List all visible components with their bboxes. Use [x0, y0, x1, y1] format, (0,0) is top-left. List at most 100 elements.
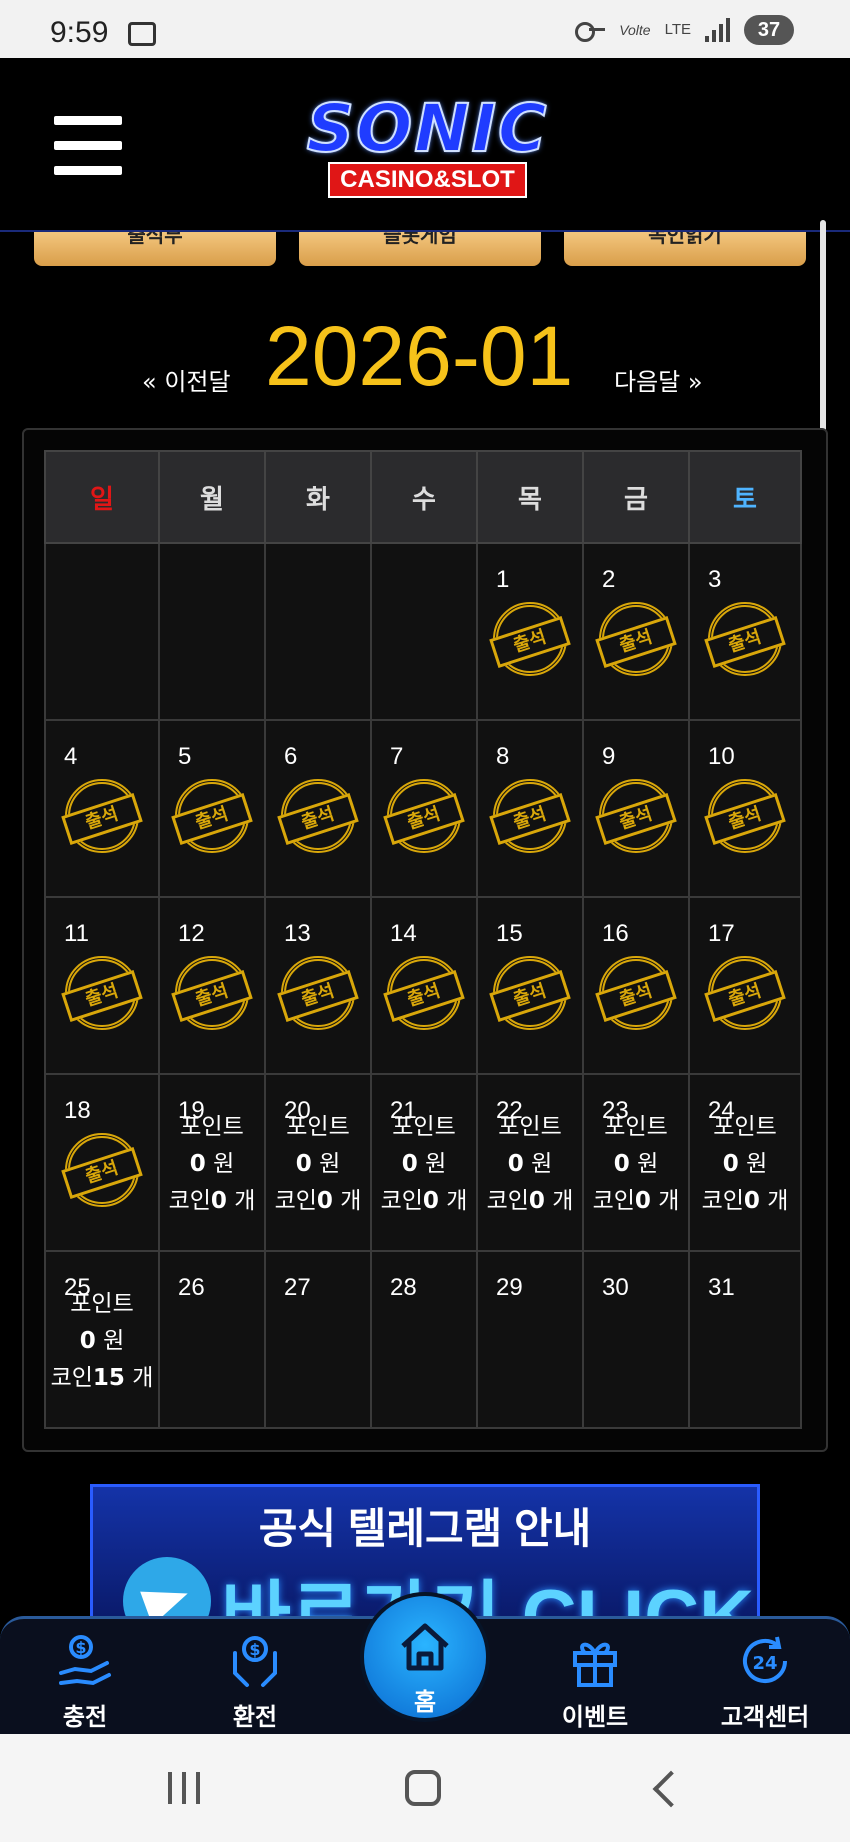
tab-slot-games[interactable]: 슬롯게임 — [299, 232, 541, 266]
attendance-stamp-icon: 출석 — [383, 779, 465, 853]
coin-line: 코인0 개 — [701, 1188, 789, 1214]
day-number: 1 — [496, 566, 510, 593]
day-cell-31[interactable]: 31 — [688, 1250, 802, 1429]
nav-exchange[interactable]: $ 환전 — [190, 1619, 320, 1737]
day-cell-18[interactable]: 18 출석 — [44, 1073, 160, 1252]
day-cell-12[interactable]: 12 출석 — [158, 896, 266, 1075]
prev-month-link[interactable]: « 이전달 — [142, 362, 231, 397]
coin-line: 코인0 개 — [486, 1188, 574, 1214]
point-value-line: 0 원 — [79, 1328, 125, 1354]
day-cell-17[interactable]: 17 출석 — [688, 896, 802, 1075]
week-row-2: 4 출석 5 출석 6 출석 7 출석 8 출석 9 출석 10 출석 — [44, 719, 802, 898]
nav-charge-label: 충전 — [62, 1703, 108, 1731]
day-number: 11 — [64, 920, 89, 947]
point-label: 포인트 — [713, 1114, 777, 1140]
day-cell-27[interactable]: 27 — [264, 1250, 372, 1429]
menu-icon[interactable] — [54, 116, 122, 176]
day-points-summary: 포인트 0 원 코인0 개 — [690, 1109, 800, 1220]
day-cell-29[interactable]: 29 — [476, 1250, 584, 1429]
day-cell-4[interactable]: 4 출석 — [44, 719, 160, 898]
day-cell-22[interactable]: 22 포인트 0 원 코인0 개 — [476, 1073, 584, 1252]
nav-exchange-label: 환전 — [232, 1703, 278, 1731]
day-cell-9[interactable]: 9 출석 — [582, 719, 690, 898]
day-cell-8[interactable]: 8 출석 — [476, 719, 584, 898]
status-icons: Volte LTE 37 — [575, 14, 794, 46]
recent-apps-icon[interactable] — [168, 1772, 204, 1804]
day-cell-3[interactable]: 3 출석 — [688, 542, 802, 721]
attendance-stamp-icon: 출석 — [61, 779, 143, 853]
coin-line: 코인0 개 — [592, 1188, 680, 1214]
attendance-stamp-icon: 출석 — [704, 779, 786, 853]
tab-attendance[interactable]: 출석부 — [34, 232, 276, 266]
weekday-sun: 일 — [44, 450, 160, 544]
nav-charge[interactable]: $ 충전 — [20, 1619, 150, 1737]
day-cell-16[interactable]: 16 출석 — [582, 896, 690, 1075]
telegram-icon — [123, 1557, 211, 1621]
tab-third[interactable]: 녹인읽기 — [564, 232, 806, 266]
status-bar: 9:59 Volte LTE 37 — [0, 0, 850, 58]
nav-event-label: 이벤트 — [561, 1703, 629, 1731]
attendance-stamp-icon: 출석 — [171, 956, 253, 1030]
attendance-stamp-icon: 출석 — [277, 956, 359, 1030]
day-cell-15[interactable]: 15 출석 — [476, 896, 584, 1075]
day-number: 16 — [602, 920, 629, 947]
day-cell-10[interactable]: 10 출석 — [688, 719, 802, 898]
point-value-line: 0 원 — [507, 1151, 553, 1177]
day-cell-28[interactable]: 28 — [370, 1250, 478, 1429]
day-cell-11[interactable]: 11 출석 — [44, 896, 160, 1075]
point-value-line: 0 원 — [613, 1151, 659, 1177]
day-cell-2[interactable]: 2 출석 — [582, 542, 690, 721]
weekday-sat: 토 — [688, 450, 802, 544]
stamp-label: 출석 — [171, 792, 253, 846]
day-number: 10 — [708, 743, 735, 770]
stamp-label: 출석 — [171, 969, 253, 1023]
day-points-summary: 포인트 0 원 코인0 개 — [584, 1109, 688, 1220]
site-logo[interactable]: SONIC CASINO&SLOT — [285, 90, 570, 204]
day-cell-1[interactable]: 1 출석 — [476, 542, 584, 721]
day-points-summary: 포인트 0 원 코인0 개 — [478, 1109, 582, 1220]
next-month-link[interactable]: 다음달 » — [614, 362, 703, 397]
day-number: 30 — [602, 1274, 629, 1301]
day-cell-24[interactable]: 24 포인트 0 원 코인0 개 — [688, 1073, 802, 1252]
banner-cta: 바로가기 CLICK — [221, 1575, 754, 1624]
stamp-label: 출석 — [277, 792, 359, 846]
day-cell-21[interactable]: 21 포인트 0 원 코인0 개 — [370, 1073, 478, 1252]
week-row-5: 25 포인트 0 원 코인15 개 26 27 28 29 30 31 — [44, 1250, 802, 1429]
stamp-label: 출석 — [704, 615, 786, 669]
day-cell-19[interactable]: 19 포인트 0 원 코인0 개 — [158, 1073, 266, 1252]
stamp-label: 출석 — [61, 792, 143, 846]
nav-event[interactable]: 이벤트 — [530, 1619, 660, 1737]
charge-icon: $ — [59, 1635, 111, 1686]
day-number: 4 — [64, 743, 78, 770]
stamp-label: 출석 — [489, 792, 571, 846]
week-row-4: 18 출석 19 포인트 0 원 코인0 개 20 포인트 0 원 코인0 개 2… — [44, 1073, 802, 1252]
day-cell-20[interactable]: 20 포인트 0 원 코인0 개 — [264, 1073, 372, 1252]
day-number: 12 — [178, 920, 205, 947]
day-cell-26[interactable]: 26 — [158, 1250, 266, 1429]
nav-home-button[interactable]: 홈 — [360, 1592, 490, 1722]
weekday-thu: 목 — [476, 450, 584, 544]
system-home-icon[interactable] — [405, 1770, 441, 1806]
day-cell-5[interactable]: 5 출석 — [158, 719, 266, 898]
attendance-stamp-icon: 출석 — [595, 602, 677, 676]
logo-main-text: SONIC — [306, 90, 549, 167]
weekday-mon: 월 — [158, 450, 266, 544]
lte-indicator: LTE — [664, 21, 691, 38]
screenshot-icon — [128, 22, 156, 46]
day-cell-30[interactable]: 30 — [582, 1250, 690, 1429]
back-icon[interactable] — [650, 1770, 676, 1806]
day-number: 28 — [390, 1274, 417, 1301]
coin-line: 코인0 개 — [168, 1188, 256, 1214]
day-number: 5 — [178, 743, 192, 770]
day-cell-14[interactable]: 14 출석 — [370, 896, 478, 1075]
day-cell-6[interactable]: 6 출석 — [264, 719, 372, 898]
stamp-label: 출석 — [61, 1146, 143, 1200]
day-cell-7[interactable]: 7 출석 — [370, 719, 478, 898]
day-cell-23[interactable]: 23 포인트 0 원 코인0 개 — [582, 1073, 690, 1252]
day-cell-25[interactable]: 25 포인트 0 원 코인15 개 — [44, 1250, 160, 1429]
day-cell-13[interactable]: 13 출석 — [264, 896, 372, 1075]
day-number: 18 — [64, 1097, 91, 1124]
attendance-stamp-icon: 출석 — [383, 956, 465, 1030]
nav-support[interactable]: 24 고객센터 — [700, 1619, 830, 1737]
day-number: 31 — [708, 1274, 735, 1301]
